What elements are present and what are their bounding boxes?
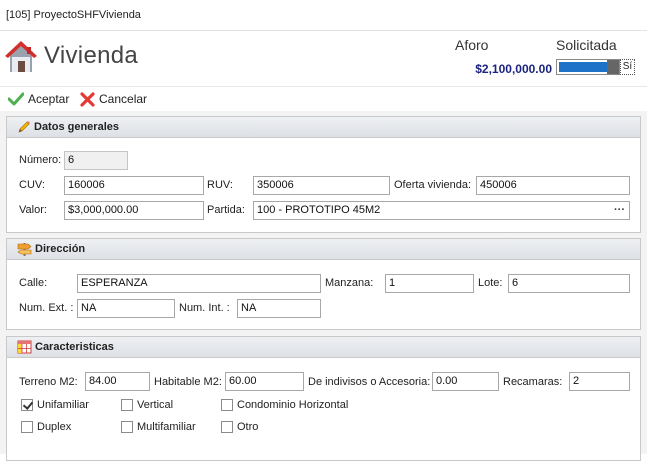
oferta-vivienda-label: Oferta vivienda: xyxy=(394,179,472,191)
multifamiliar-checkbox[interactable] xyxy=(121,421,133,433)
toggle-knob[interactable] xyxy=(607,60,619,74)
cancel-x-icon xyxy=(80,91,95,107)
window-titlebar: [105] ProyectoSHFVivienda xyxy=(0,0,647,31)
cuv-label: CUV: xyxy=(19,179,45,191)
num-int-field[interactable]: NA xyxy=(237,299,321,318)
partida-browse-button[interactable]: ··· xyxy=(614,204,625,216)
habitable-label: Habitable M2: xyxy=(154,376,222,388)
aforo-label: Aforo xyxy=(455,37,489,53)
datos-generales-title: Datos generales xyxy=(34,121,119,133)
otro-label[interactable]: Otro xyxy=(237,421,258,433)
caracteristicas-group: Caracteristicas Terreno M2: 84.00 Habita… xyxy=(6,336,641,461)
manzana-field[interactable]: 1 xyxy=(385,274,474,293)
calle-label: Calle: xyxy=(19,277,48,289)
toggle-track-fill xyxy=(559,62,607,72)
accept-label: Aceptar xyxy=(28,92,70,106)
manzana-label: Manzana: xyxy=(325,277,374,289)
indivisos-field[interactable]: 0.00 xyxy=(432,372,499,391)
recamaras-field[interactable]: 2 xyxy=(569,372,630,391)
cuv-field[interactable]: 160006 xyxy=(64,176,204,195)
signpost-icon xyxy=(17,243,32,256)
condominio-horizontal-label[interactable]: Condominio Horizontal xyxy=(237,399,348,411)
recamaras-label: Recamaras: xyxy=(503,376,563,388)
ruv-label: RUV: xyxy=(207,179,233,191)
vertical-checkbox[interactable] xyxy=(121,399,133,411)
grid-table-icon xyxy=(17,340,32,354)
page-title: Vivienda xyxy=(44,42,139,69)
solicitada-toggle[interactable] xyxy=(556,59,620,75)
habitable-field[interactable]: 60.00 xyxy=(225,372,304,391)
calle-field[interactable]: ESPERANZA xyxy=(77,274,321,293)
partida-value: 100 - PROTOTIPO 45M2 xyxy=(257,204,381,216)
house-icon xyxy=(5,41,37,72)
valor-label: Valor: xyxy=(19,204,47,216)
valor-field[interactable]: $3,000,000.00 xyxy=(64,201,204,220)
unifamiliar-label[interactable]: Unifamiliar xyxy=(37,399,89,411)
partida-label: Partida: xyxy=(207,204,245,216)
datos-generales-header: Datos generales xyxy=(7,117,640,138)
duplex-checkbox[interactable] xyxy=(21,421,33,433)
partida-field[interactable]: 100 - PROTOTIPO 45M2 ··· xyxy=(253,201,630,220)
caracteristicas-title: Caracteristicas xyxy=(35,341,114,353)
lote-field[interactable]: 6 xyxy=(508,274,630,293)
terreno-field[interactable]: 84.00 xyxy=(85,372,150,391)
condominio-horizontal-checkbox[interactable] xyxy=(221,399,233,411)
lote-label: Lote: xyxy=(478,277,503,289)
indivisos-label: De indivisos o Accesoria: xyxy=(308,376,431,388)
multifamiliar-label[interactable]: Multifamiliar xyxy=(137,421,196,433)
num-ext-field[interactable]: NA xyxy=(77,299,175,318)
datos-generales-group: Datos generales Número: 6 CUV: 160006 RU… xyxy=(6,116,641,233)
solicitada-label: Solicitada xyxy=(556,37,617,53)
solicitada-toggle-text: Sí xyxy=(620,59,635,75)
direccion-group: Dirección Calle: ESPERANZA Manzana: 1 Lo… xyxy=(6,238,641,330)
duplex-label[interactable]: Duplex xyxy=(37,421,71,433)
direccion-header: Dirección xyxy=(7,239,640,260)
form-header: Vivienda Aforo Solicitada $2,100,000.00 … xyxy=(0,31,647,86)
cancel-button[interactable]: Cancelar xyxy=(80,91,147,107)
numero-label: Número: xyxy=(19,154,62,166)
pencil-icon xyxy=(18,121,30,133)
num-ext-label: Num. Ext. : xyxy=(19,302,74,314)
aforo-value: $2,100,000.00 xyxy=(475,62,552,76)
accept-button[interactable]: Aceptar xyxy=(8,91,69,107)
caracteristicas-header: Caracteristicas xyxy=(7,337,640,358)
numero-field[interactable]: 6 xyxy=(64,151,128,170)
form-content: Datos generales Número: 6 CUV: 160006 RU… xyxy=(0,111,647,461)
toolbar: Aceptar Cancelar xyxy=(0,86,647,112)
vertical-label[interactable]: Vertical xyxy=(137,399,173,411)
unifamiliar-checkbox[interactable] xyxy=(21,399,33,411)
window-title: [105] ProyectoSHFVivienda xyxy=(6,9,141,21)
terreno-label: Terreno M2: xyxy=(19,376,78,388)
checkmark-icon xyxy=(8,92,24,106)
direccion-title: Dirección xyxy=(35,243,86,255)
otro-checkbox[interactable] xyxy=(221,421,233,433)
cancel-label: Cancelar xyxy=(99,92,148,106)
num-int-label: Num. Int. : xyxy=(179,302,230,314)
ruv-field[interactable]: 350006 xyxy=(253,176,390,195)
oferta-vivienda-field[interactable]: 450006 xyxy=(476,176,630,195)
